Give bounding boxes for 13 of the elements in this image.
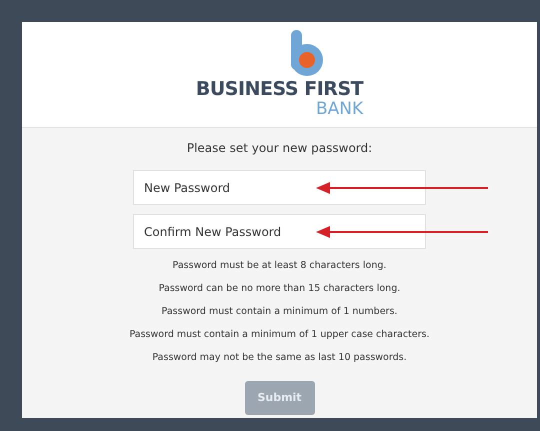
arrow-icon (316, 182, 488, 194)
password-field[interactable]: New Password (133, 170, 426, 205)
arrow-icon (316, 226, 488, 238)
logo-icon (289, 30, 326, 78)
rule-text: Password can be no more than 15 characters long. (158, 282, 400, 296)
rule-text: Password may not be the same as last 10 passwords. (152, 351, 407, 365)
bank-name: BUSINESS FIRST (196, 78, 364, 100)
prompt-text: Please set your new password: (186, 140, 372, 157)
rule-text: Password must contain a minimum of 1 upper case characters. (129, 328, 430, 342)
bank-subname: BANK (316, 100, 364, 118)
rule-text: Password must be at least 8 characters long. (172, 259, 386, 273)
rule-text: Password must contain a minimum of 1 numbers. (162, 305, 398, 319)
password-field[interactable]: Confirm New Password (133, 214, 426, 249)
